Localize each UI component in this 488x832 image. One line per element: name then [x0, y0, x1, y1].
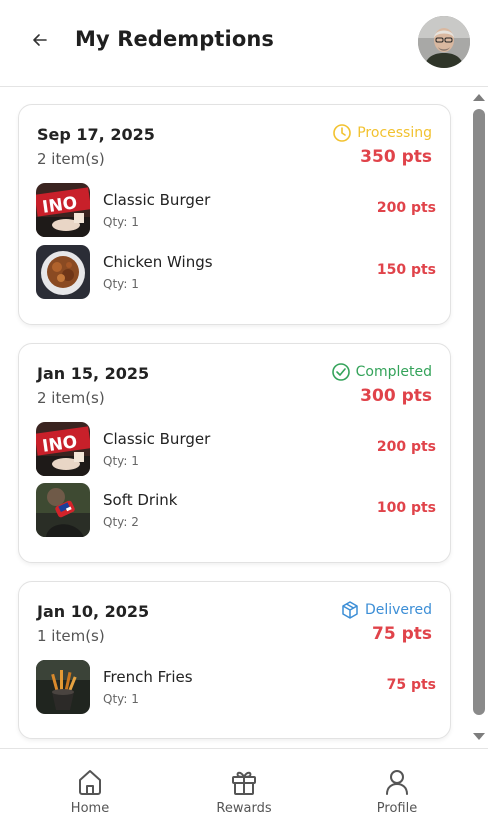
order-total: 75 pts: [372, 624, 432, 644]
scrollbar-thumb[interactable]: [473, 109, 485, 715]
item-count: 1 item(s): [37, 627, 105, 645]
user-icon: [386, 770, 408, 795]
home-icon: [79, 770, 101, 795]
status-label: Processing: [357, 125, 432, 141]
item-points: 200 pts: [376, 200, 436, 216]
french-fries-thumbnail: [36, 660, 90, 714]
redemption-card[interactable]: Jan 10, 2025 1 item(s) Delivered 75 pts: [18, 581, 451, 739]
status-badge: Completed: [331, 362, 432, 382]
status-label: Completed: [355, 364, 432, 380]
order-total: 350 pts: [360, 147, 432, 167]
item-points: 100 pts: [376, 500, 436, 516]
item-points: 75 pts: [386, 677, 436, 693]
item-name: Chicken Wings: [103, 253, 213, 271]
scroll-up-arrow-icon[interactable]: [473, 94, 485, 101]
redemption-card[interactable]: Jan 15, 2025 2 item(s) Completed 300 pts…: [18, 343, 451, 563]
arrow-left-icon: [33, 34, 47, 46]
nav-home[interactable]: Home: [30, 767, 150, 816]
back-button[interactable]: [26, 26, 54, 54]
order-date: Sep 17, 2025: [37, 125, 155, 144]
page-title: My Redemptions: [75, 27, 275, 51]
nav-label: Home: [70, 801, 110, 816]
order-total: 300 pts: [360, 386, 432, 406]
item-name: Soft Drink: [103, 491, 178, 509]
soft-drink-thumbnail: [36, 483, 90, 537]
item-qty: Qty: 1: [103, 277, 139, 291]
check-circle-icon: [331, 363, 350, 381]
user-photo: [418, 16, 470, 68]
item-qty: Qty: 1: [103, 454, 139, 468]
burger-thumbnail: INO: [36, 422, 90, 476]
nav-label: Profile: [376, 801, 418, 816]
item-name: French Fries: [103, 668, 193, 686]
list-item[interactable]: French Fries Qty: 1 75 pts: [36, 660, 436, 714]
gift-icon: [232, 771, 256, 795]
redemptions-list[interactable]: Sep 17, 2025 2 item(s) Processing 350 pt…: [0, 88, 470, 748]
list-item[interactable]: Soft Drink Qty: 2 100 pts: [36, 483, 436, 537]
vertical-scrollbar[interactable]: [470, 88, 488, 748]
chicken-wings-thumbnail: [36, 245, 90, 299]
list-item[interactable]: Chicken Wings Qty: 1 150 pts: [36, 245, 436, 299]
scroll-down-arrow-icon[interactable]: [473, 733, 485, 740]
nav-label: Rewards: [216, 801, 272, 816]
top-bar: My Redemptions: [0, 0, 488, 87]
item-count: 2 item(s): [37, 389, 105, 407]
item-qty: Qty: 1: [103, 215, 139, 229]
item-count: 2 item(s): [37, 150, 105, 168]
item-points: 150 pts: [376, 262, 436, 278]
status-badge: Processing: [332, 123, 432, 143]
redemption-card[interactable]: Sep 17, 2025 2 item(s) Processing 350 pt…: [18, 104, 451, 325]
item-qty: Qty: 1: [103, 692, 139, 706]
item-points: 200 pts: [376, 439, 436, 455]
nav-profile[interactable]: Profile: [337, 767, 457, 816]
nav-rewards[interactable]: Rewards: [184, 767, 304, 816]
bottom-navigation: Home Rewards Profile: [0, 748, 488, 832]
avatar[interactable]: [418, 16, 470, 68]
item-name: Classic Burger: [103, 191, 211, 209]
app-screen: My Redemptions Sep 17, 2025 2 item(s) Pr…: [0, 0, 488, 832]
list-item[interactable]: INO Classic Burger Qty: 1 200 pts: [36, 183, 436, 237]
item-name: Classic Burger: [103, 430, 211, 448]
status-label: Delivered: [364, 602, 432, 618]
order-date: Jan 15, 2025: [37, 364, 150, 383]
status-badge: Delivered: [340, 600, 432, 620]
item-qty: Qty: 2: [103, 515, 139, 529]
clock-icon: [333, 124, 352, 142]
burger-thumbnail: INO: [36, 183, 90, 237]
package-icon: [342, 601, 358, 619]
order-date: Jan 10, 2025: [37, 602, 150, 621]
list-item[interactable]: INO Classic Burger Qty: 1 200 pts: [36, 422, 436, 476]
